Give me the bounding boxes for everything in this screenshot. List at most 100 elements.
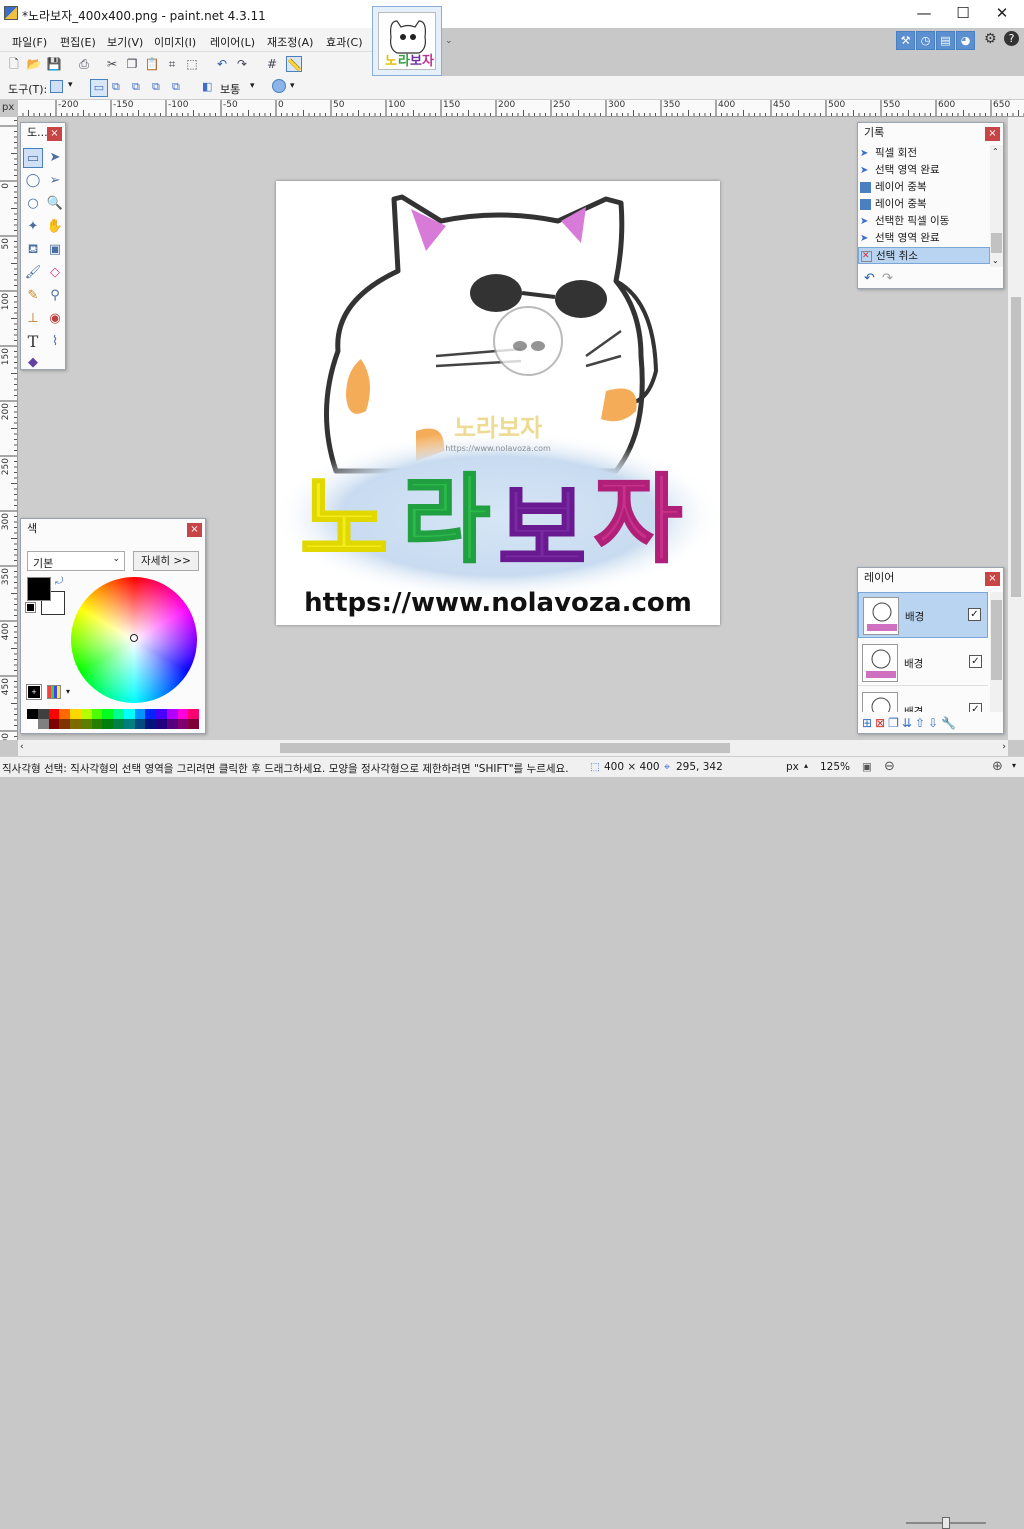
palette-swatch[interactable] xyxy=(70,709,81,719)
layer-visibility-checkbox[interactable]: ✓ xyxy=(968,608,981,621)
history-redo-icon[interactable]: ↷ xyxy=(882,271,893,286)
zoom-in-icon[interactable]: ⊕ xyxy=(992,759,1003,774)
grid-icon[interactable]: # xyxy=(264,56,280,72)
image-canvas[interactable]: 노라보자 https://www.nolavoza.com 노 라 보 자 ht… xyxy=(276,181,720,625)
blend-dropdown-icon[interactable]: ▾ xyxy=(250,81,255,91)
unit-dropdown-icon[interactable]: ▴ xyxy=(804,761,808,770)
selection-replace-icon[interactable]: ▭ xyxy=(90,79,108,97)
move-layer-down-icon[interactable]: ⇩ xyxy=(928,716,938,730)
menu-file[interactable]: 파일(F) xyxy=(12,34,47,50)
swap-colors-icon[interactable]: ⤾ xyxy=(55,576,63,587)
palette-swatch[interactable] xyxy=(59,719,70,729)
text-tool-icon[interactable]: T xyxy=(23,332,43,352)
minimize-button[interactable]: — xyxy=(904,0,944,28)
add-layer-icon[interactable]: ⊞ xyxy=(862,716,872,730)
layer-visibility-checkbox[interactable]: ✓ xyxy=(969,655,982,668)
history-panel-close-icon[interactable]: × xyxy=(985,127,1000,141)
close-button[interactable]: ✕ xyxy=(982,0,1022,28)
help-icon[interactable]: ? xyxy=(1004,31,1019,46)
history-item[interactable]: ➤ 픽셀 회전 xyxy=(858,145,990,162)
delete-layer-icon[interactable]: ⊠ xyxy=(875,716,885,730)
palette-swatch[interactable] xyxy=(91,709,103,719)
palette-swatch[interactable] xyxy=(80,709,92,719)
maximize-button[interactable]: ☐ xyxy=(943,0,983,28)
vertical-scrollbar[interactable] xyxy=(1008,117,1024,740)
zoom-icon[interactable]: 🔍 xyxy=(45,194,65,214)
history-item[interactable]: 레이어 중복 xyxy=(858,196,990,213)
palette-swatch[interactable] xyxy=(48,719,60,729)
deselect-icon[interactable]: ⬚ xyxy=(184,56,200,72)
color-mode-select[interactable]: 기본 ⌄ xyxy=(27,551,125,571)
palette-swatch[interactable] xyxy=(188,719,199,729)
history-scrollbar[interactable]: ⌃ ⌄ xyxy=(990,145,1003,267)
tab-list-dropdown-icon[interactable]: ⌄ xyxy=(445,36,453,46)
color-wheel-cursor[interactable] xyxy=(130,634,138,642)
history-item-selected[interactable]: ✕ 선택 취소 xyxy=(858,247,990,264)
history-item[interactable]: ➤ 선택 영역 완료 xyxy=(858,162,990,179)
blend-mode-select[interactable]: 보통 xyxy=(220,81,240,97)
antialias-icon[interactable] xyxy=(272,79,286,93)
colors-panel-close-icon[interactable]: × xyxy=(187,523,202,537)
copy-icon[interactable]: ❐ xyxy=(124,56,140,72)
paste-icon[interactable]: 📋 xyxy=(144,56,160,72)
move-selected-icon[interactable]: ➤ xyxy=(45,148,65,168)
palette-swatch[interactable] xyxy=(102,719,113,729)
zoom-out-icon[interactable]: ⊖ xyxy=(884,759,895,774)
selection-union-icon[interactable]: ⧉ xyxy=(112,80,120,94)
selection-exclude-icon[interactable]: ⧉ xyxy=(132,80,140,94)
menu-adjustments[interactable]: 재조정(A) xyxy=(267,34,313,50)
new-file-icon[interactable]: 🗋 xyxy=(6,56,22,72)
color-palette[interactable] xyxy=(27,709,199,729)
undo-icon[interactable]: ↶ xyxy=(214,56,230,72)
save-icon[interactable]: 💾 xyxy=(46,56,62,72)
layers-scrollbar[interactable] xyxy=(990,592,1003,712)
paint-bucket-icon[interactable]: ⛾ xyxy=(23,240,43,260)
menu-view[interactable]: 보기(V) xyxy=(107,34,143,50)
palette-swatch[interactable] xyxy=(102,709,113,719)
magic-wand-icon[interactable]: ✦ xyxy=(23,217,43,237)
menu-layers[interactable]: 레이어(L) xyxy=(210,34,255,50)
history-toggle-icon[interactable]: ◷ xyxy=(916,31,935,50)
antialias-dropdown-icon[interactable]: ▾ xyxy=(290,81,295,91)
zoom-slider-thumb[interactable] xyxy=(942,1517,950,1529)
layer-properties-icon[interactable]: 🔧 xyxy=(941,716,956,730)
tool-dropdown-icon[interactable]: ▾ xyxy=(68,80,73,90)
palette-swatch[interactable] xyxy=(156,719,167,729)
palette-swatch[interactable] xyxy=(145,719,156,729)
palette-swatch[interactable] xyxy=(123,709,135,719)
zoom-dropdown-icon[interactable]: ▾ xyxy=(1012,761,1016,770)
clone-stamp-icon[interactable]: ⊥ xyxy=(23,309,43,329)
history-item[interactable]: 레이어 중복 xyxy=(858,179,990,196)
palette-swatch[interactable] xyxy=(113,719,124,729)
palette-swatch[interactable] xyxy=(177,709,189,719)
palette-swatch[interactable] xyxy=(37,709,49,719)
menu-image[interactable]: 이미지(I) xyxy=(154,34,196,50)
crop-icon[interactable]: ⌗ xyxy=(164,56,180,72)
zoom-level[interactable]: 125% xyxy=(820,761,850,773)
layer-visibility-checkbox[interactable]: ✓ xyxy=(969,703,982,712)
palette-swatch[interactable] xyxy=(37,719,49,729)
palette-swatch[interactable] xyxy=(59,709,70,719)
horizontal-scroll-thumb[interactable] xyxy=(280,743,730,753)
history-item[interactable]: ➤ 선택한 픽셀 이동 xyxy=(858,213,990,230)
scroll-right-icon[interactable]: › xyxy=(1002,742,1006,752)
selection-invert-icon[interactable]: ⧉ xyxy=(172,80,180,94)
current-tool-icon[interactable] xyxy=(50,80,63,93)
palette-swatch[interactable] xyxy=(48,709,60,719)
shapes-icon[interactable]: ◆ xyxy=(23,353,43,373)
paintbrush-icon[interactable]: 🖌 xyxy=(23,263,43,283)
scroll-left-icon[interactable]: ‹ xyxy=(20,742,24,752)
pencil-icon[interactable]: ✎ xyxy=(23,286,43,306)
primary-color-swatch[interactable] xyxy=(27,577,51,601)
color-picker-icon[interactable]: ⚲ xyxy=(45,286,65,306)
pan-hand-icon[interactable]: ✋ xyxy=(45,217,65,237)
palette-swatch[interactable] xyxy=(80,719,92,729)
color-more-button[interactable]: 자세히 >> xyxy=(133,551,199,571)
palette-swatch[interactable] xyxy=(27,719,38,729)
gradient-icon[interactable]: ▣ xyxy=(45,240,65,260)
palette-swatch[interactable] xyxy=(113,709,124,719)
tools-toggle-icon[interactable]: ⚒ xyxy=(896,31,915,50)
rectangle-select-icon[interactable]: ▭ xyxy=(23,148,43,168)
add-color-icon[interactable]: + xyxy=(26,684,42,700)
layer-row[interactable]: 배경 ✓ xyxy=(858,688,988,712)
